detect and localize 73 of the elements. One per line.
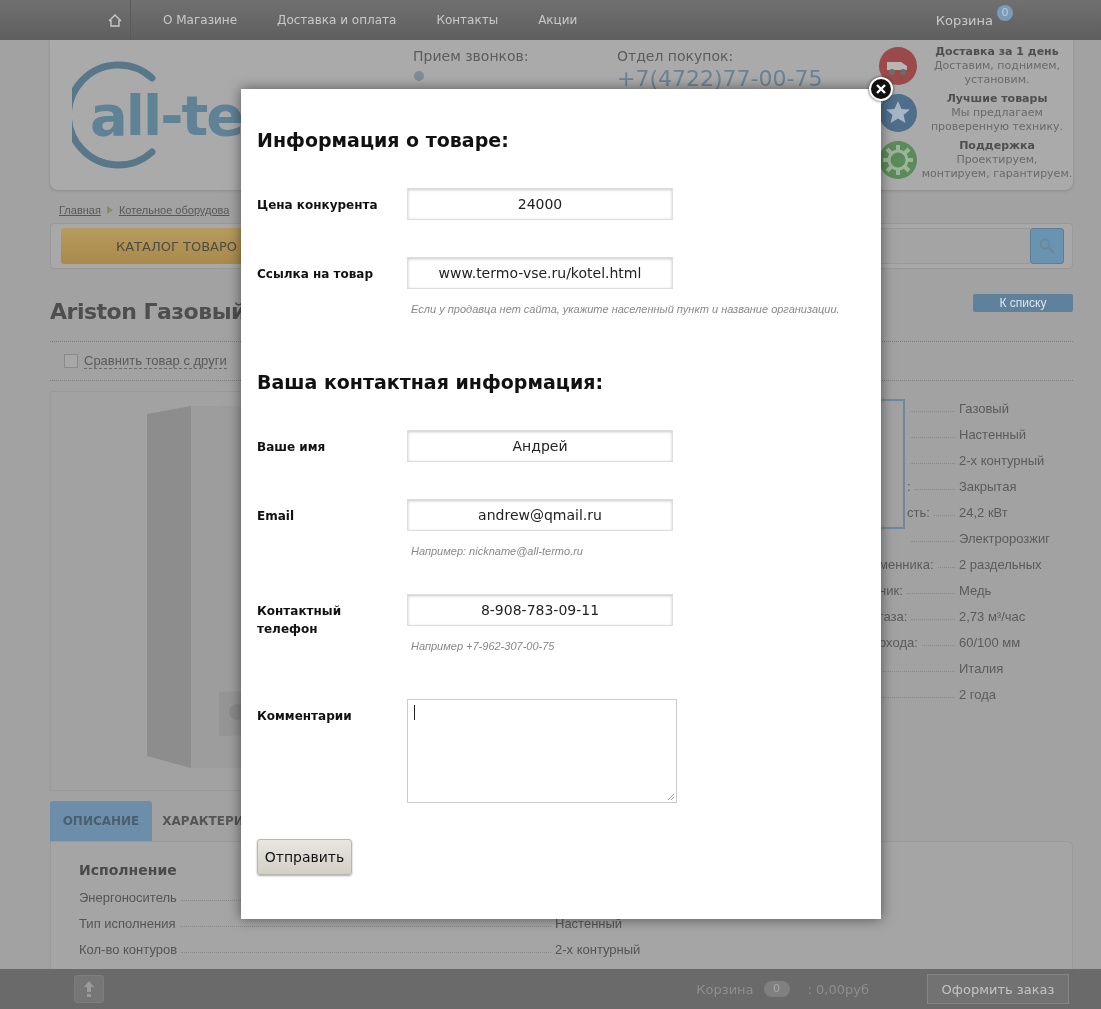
field-label: Email bbox=[257, 508, 296, 525]
nav-link[interactable]: Доставка и оплата bbox=[277, 13, 397, 27]
spec-value: 2 года bbox=[959, 686, 998, 702]
field-label: Комментарии bbox=[257, 708, 353, 725]
property-value: 2-х контурный bbox=[555, 941, 641, 957]
sales-label: Отдел покупок: bbox=[617, 48, 735, 64]
breadcrumb-link[interactable]: Котельное оборудова bbox=[118, 204, 230, 216]
feature-title: Поддержка bbox=[958, 139, 1036, 153]
nav-link[interactable]: Контакты bbox=[436, 13, 499, 27]
spec-value: Закрытая bbox=[959, 478, 1018, 494]
input-field[interactable]: Андрей bbox=[407, 430, 673, 462]
field-hint: Например: nickname@all-termo.ru bbox=[411, 545, 584, 557]
property-label: Кол-во контуров bbox=[79, 941, 178, 957]
compare-checkbox[interactable] bbox=[64, 354, 78, 368]
spec-value: 2,73 м³/час bbox=[959, 608, 1027, 624]
spec-label: : bbox=[907, 478, 911, 494]
tab[interactable]: ОПИСАНИЕ bbox=[50, 801, 152, 841]
field-label: Ссылка на товар bbox=[257, 266, 375, 283]
home-icon[interactable] bbox=[108, 13, 122, 27]
property-label: Тип исполнения bbox=[79, 915, 176, 931]
field-label: Цена конкурента bbox=[257, 197, 379, 214]
feature-text: Доставим, поднимем, установим. bbox=[932, 59, 1062, 87]
spec-value: Италия bbox=[959, 660, 1005, 676]
breadcrumb-link[interactable]: Главная bbox=[59, 204, 101, 216]
input-field[interactable]: 8-908-783-09-11 bbox=[407, 594, 673, 626]
dot-icon bbox=[414, 71, 424, 81]
comment-field[interactable] bbox=[407, 699, 677, 803]
spec-value: 2-х контурный bbox=[959, 452, 1046, 468]
up-arrow-icon bbox=[84, 981, 94, 997]
section-title: Информация о товаре: bbox=[257, 129, 510, 153]
input-field[interactable]: 24000 bbox=[407, 188, 673, 220]
feature-title: Доставка за 1 день bbox=[934, 45, 1060, 59]
field-hint: Если у продавца нет сайта, укажите населенный пункт и название организации. bbox=[411, 303, 840, 315]
property-label: Энергоноситель bbox=[79, 889, 177, 905]
feature-title: Лучшие товары bbox=[945, 92, 1049, 106]
cart-link[interactable]: Корзина bbox=[935, 12, 993, 28]
spec-value: 2 раздельных bbox=[959, 556, 1043, 572]
spec-value: 60/100 мм bbox=[959, 634, 1022, 650]
search-button[interactable] bbox=[1030, 228, 1064, 264]
nav-link[interactable]: О Магазине bbox=[163, 13, 238, 27]
spec-value: Медь bbox=[959, 582, 993, 598]
back-to-list-button[interactable]: К списку bbox=[973, 294, 1073, 312]
field-label: Контактный телефон bbox=[257, 603, 343, 638]
spec-value: 24,2 кВт bbox=[959, 504, 1009, 520]
feature-text: Проектируем, монтируем, гарантируем. bbox=[921, 153, 1073, 181]
input-field[interactable]: andrew@qmail.ru bbox=[407, 499, 673, 531]
logo-text: all-te bbox=[90, 82, 243, 148]
spec-label: охода: bbox=[879, 634, 918, 650]
truck-icon bbox=[877, 45, 919, 87]
field-hint: Например +7-962-307-00-75 bbox=[411, 640, 556, 652]
section-heading: Исполнение bbox=[79, 862, 178, 878]
field-label: Ваше имя bbox=[257, 439, 327, 456]
search-icon bbox=[1039, 238, 1055, 254]
nav-link[interactable]: Акции bbox=[538, 13, 578, 27]
feature-text: Мы предлагаем проверенную технику. bbox=[929, 106, 1065, 134]
calls-label: Прием звонков: bbox=[413, 48, 530, 64]
spec-value: Электророзжиг bbox=[959, 530, 1051, 546]
close-icon bbox=[875, 83, 887, 95]
scroll-up-button[interactable] bbox=[74, 975, 104, 1003]
resize-grip-icon bbox=[667, 793, 675, 801]
compare-link[interactable]: Сравнить товар с други bbox=[84, 353, 227, 369]
section-title: Ваша контактная информация: bbox=[257, 371, 604, 395]
spec-label: менника: bbox=[879, 556, 934, 572]
spec-value: Настенный bbox=[959, 426, 1028, 442]
spec-label: сть: bbox=[907, 504, 930, 520]
spec-value: Газовый bbox=[959, 400, 1010, 416]
input-field[interactable]: www.termo-vse.ru/kotel.html bbox=[407, 257, 673, 289]
checkout-button[interactable]: Оформить заказ bbox=[927, 974, 1069, 1004]
submit-button[interactable]: Отправить bbox=[257, 839, 352, 875]
phone-number: +7(4722)77-00-75 bbox=[617, 66, 824, 91]
chevron-icon bbox=[106, 206, 113, 214]
property-value: Настенный bbox=[555, 915, 623, 931]
search-field[interactable] bbox=[879, 228, 1030, 264]
